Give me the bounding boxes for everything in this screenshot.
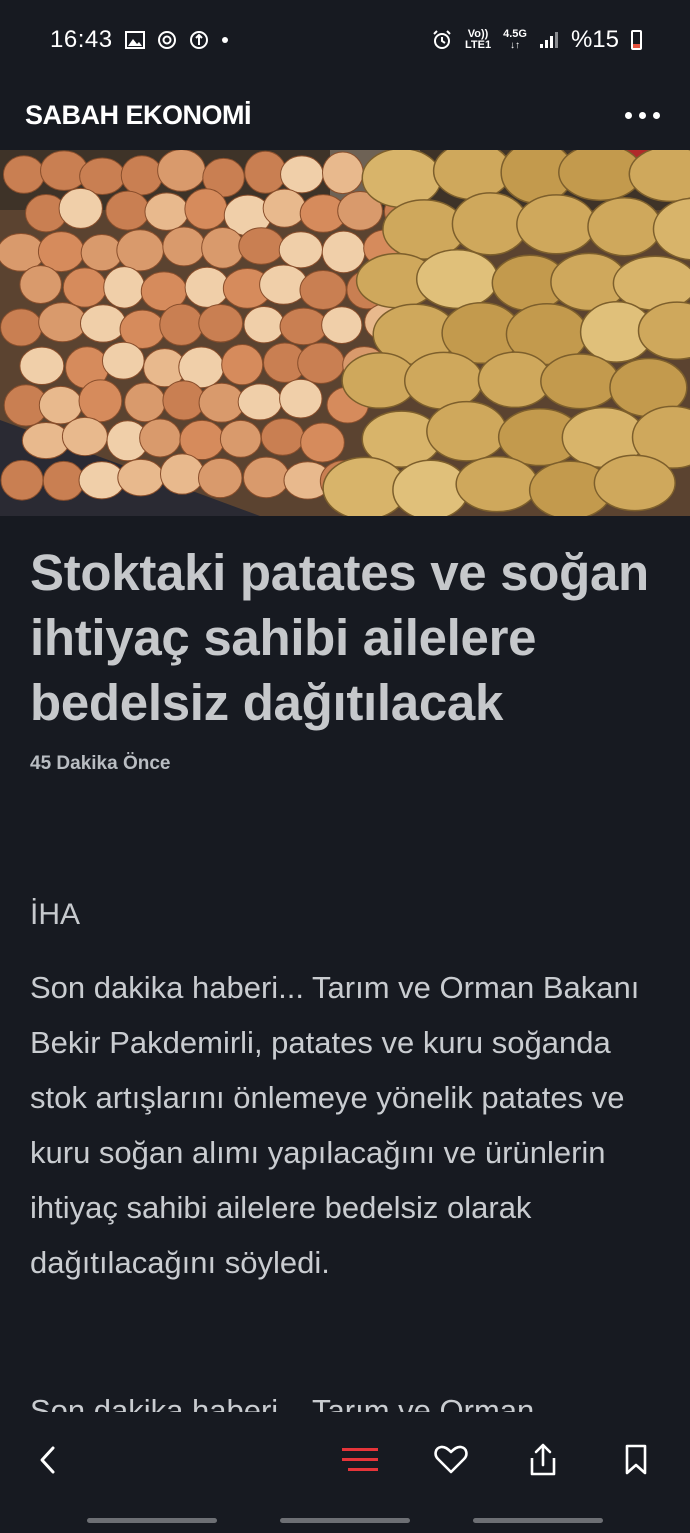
share-icon[interactable] [521,1438,565,1482]
article-source: İHA [30,898,81,931]
back-icon[interactable] [26,1438,70,1482]
more-vert-icon[interactable] [625,102,660,129]
status-left: 16:43 [50,26,229,54]
article-header: Stoktaki patates ve soğan ihtiyaç sahibi… [30,540,670,775]
article-time: 45 Dakika Önce [30,753,171,774]
data-arrows-icon: ↓↑ [510,40,521,51]
app-title: SABAH EKONOMİ [25,99,252,130]
article-title: Stoktaki patates ve soğan ihtiyaç sahibi… [30,544,649,731]
alarm-icon [431,29,453,51]
menu-lines-icon[interactable] [338,1438,382,1482]
gesture-bar-right [473,1518,603,1523]
bookmark-icon[interactable] [614,1438,658,1482]
app-bar: SABAH EKONOMİ [0,80,690,150]
battery-icon [631,30,642,50]
vpn-icon [189,30,209,50]
battery-percent: %15 [570,26,619,53]
signal-icon [539,31,559,49]
activity-icon [157,30,177,50]
image-icon [124,31,145,49]
network-type: 4.5G ↓↑ [503,28,527,52]
network-label: Vo)) LTE1 [465,29,491,51]
onions-potatoes-photo [0,150,690,516]
dot-icon [221,36,229,44]
gesture-bar-left [87,1518,217,1523]
status-bar: 16:43 Vo)) LTE1 4.5G ↓↑ %15 [0,0,690,80]
network-bottom: LTE1 [465,39,492,51]
article-hero-image [0,150,690,516]
gesture-bar-center [280,1518,410,1523]
status-time: 16:43 [50,26,113,53]
network-type-label: 4.5G [503,28,527,40]
bottom-nav [0,1412,690,1533]
heart-icon[interactable] [429,1438,473,1482]
article-paragraph: Son dakika haberi... Tarım ve Orman Baka… [30,970,640,1280]
status-right: Vo)) LTE1 4.5G ↓↑ %15 [431,26,642,54]
